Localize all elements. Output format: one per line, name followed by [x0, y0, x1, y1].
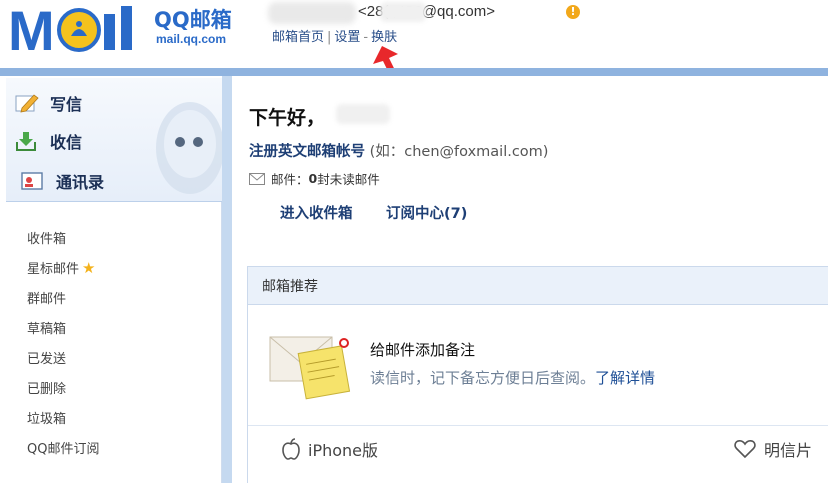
top-nav: 邮箱首页 | 设置 - 换肤 [272, 26, 397, 45]
folder-deleted[interactable]: 已删除 [27, 378, 66, 397]
folder-subscriptions[interactable]: QQ邮件订阅 [27, 438, 99, 457]
nav-separator: - [363, 30, 369, 45]
qq-mail-title: QQ邮箱 [154, 8, 232, 32]
iphone-label: iPhone版 [308, 441, 379, 460]
folder-starred-label: 星标邮件 [27, 262, 80, 277]
subscription-center-link[interactable]: 订阅中心(7) [386, 202, 467, 223]
mail-domain: mail.qq.com [156, 32, 227, 46]
note-feature-desc: 读信时，记下备忘方便日后查阅。了解详情 [370, 367, 655, 388]
user-email: <28( ;436@qq.com> [358, 3, 495, 20]
warning-icon[interactable]: ! [566, 5, 580, 19]
note-desc-text: 读信时，记下备忘方便日后查阅。 [370, 369, 596, 387]
note-feature-title[interactable]: 给邮件添加备注 [370, 339, 475, 360]
change-skin-link[interactable]: 换肤 [371, 30, 397, 45]
recommend-box: 邮箱推荐 给邮件添加备注 读信时，记下备忘方便日后查阅。了解详情 iPhone版 [247, 266, 828, 483]
recommend-divider [248, 425, 828, 426]
receive-mail-button[interactable]: 收信 [14, 126, 82, 156]
envelope-icon [249, 172, 265, 185]
blurred-name [336, 104, 390, 124]
header: M QQ邮箱 mail.qq.com <28( ;436@qq.com> ! 邮… [0, 0, 828, 104]
postcard-label: 明信片 [764, 441, 813, 460]
contacts-button[interactable]: 通讯录 [20, 166, 104, 196]
folder-spam[interactable]: 垃圾箱 [27, 408, 66, 427]
pencil-icon [15, 94, 39, 113]
contacts-label: 通讯录 [56, 173, 105, 192]
mail-status: 邮件： 0 封未读邮件 [249, 169, 380, 188]
nav-separator: | [327, 30, 332, 45]
blurred-username [268, 2, 356, 24]
folder-inbox[interactable]: 收件箱 [27, 228, 66, 247]
folder-starred[interactable]: 星标邮件 ★ [27, 258, 95, 277]
write-label: 写信 [50, 95, 83, 114]
contacts-card-icon [21, 172, 43, 190]
recommend-header: 邮箱推荐 [248, 267, 828, 305]
mail-label: 邮件： [271, 172, 309, 187]
main-panel: 下午好， 注册英文邮箱帐号 (如：chen@foxmail.com) 邮件： 0 … [232, 76, 828, 483]
unread-count: 0 [308, 171, 318, 186]
postcard-link[interactable]: 明信片 [734, 437, 812, 461]
mailbox-home-link[interactable]: 邮箱首页 [272, 30, 324, 45]
sidebar-divider [222, 76, 232, 483]
penguin-icon [156, 102, 222, 194]
enter-inbox-link[interactable]: 进入收件箱 [280, 202, 353, 223]
learn-more-link[interactable]: 了解详情 [595, 369, 655, 387]
blurred-email-part [380, 2, 426, 22]
heart-icon [734, 440, 756, 459]
write-mail-button[interactable]: 写信 [14, 88, 82, 118]
iphone-version-link[interactable]: iPhone版 [282, 437, 378, 461]
register-english-link[interactable]: 注册英文邮箱帐号 [249, 144, 365, 160]
star-icon: ★ [82, 259, 96, 277]
svg-text:M: M [8, 2, 55, 56]
note-icon [269, 336, 351, 400]
apple-icon [282, 438, 300, 460]
folder-group[interactable]: 群邮件 [27, 288, 66, 307]
top-frame-bar [0, 68, 828, 76]
register-hint: (如：chen@foxmail.com) [369, 144, 549, 160]
folder-sent[interactable]: 已发送 [27, 348, 66, 367]
register-english-row: 注册英文邮箱帐号 (如：chen@foxmail.com) [249, 140, 548, 161]
greeting-text: 下午好， [249, 107, 326, 129]
download-icon [16, 132, 36, 151]
moil-logo-icon[interactable]: M [8, 2, 150, 56]
folder-drafts[interactable]: 草稿箱 [27, 318, 66, 337]
receive-label: 收信 [50, 133, 83, 152]
settings-link[interactable]: 设置 [334, 30, 360, 45]
unread-text: 封未读邮件 [317, 172, 380, 187]
